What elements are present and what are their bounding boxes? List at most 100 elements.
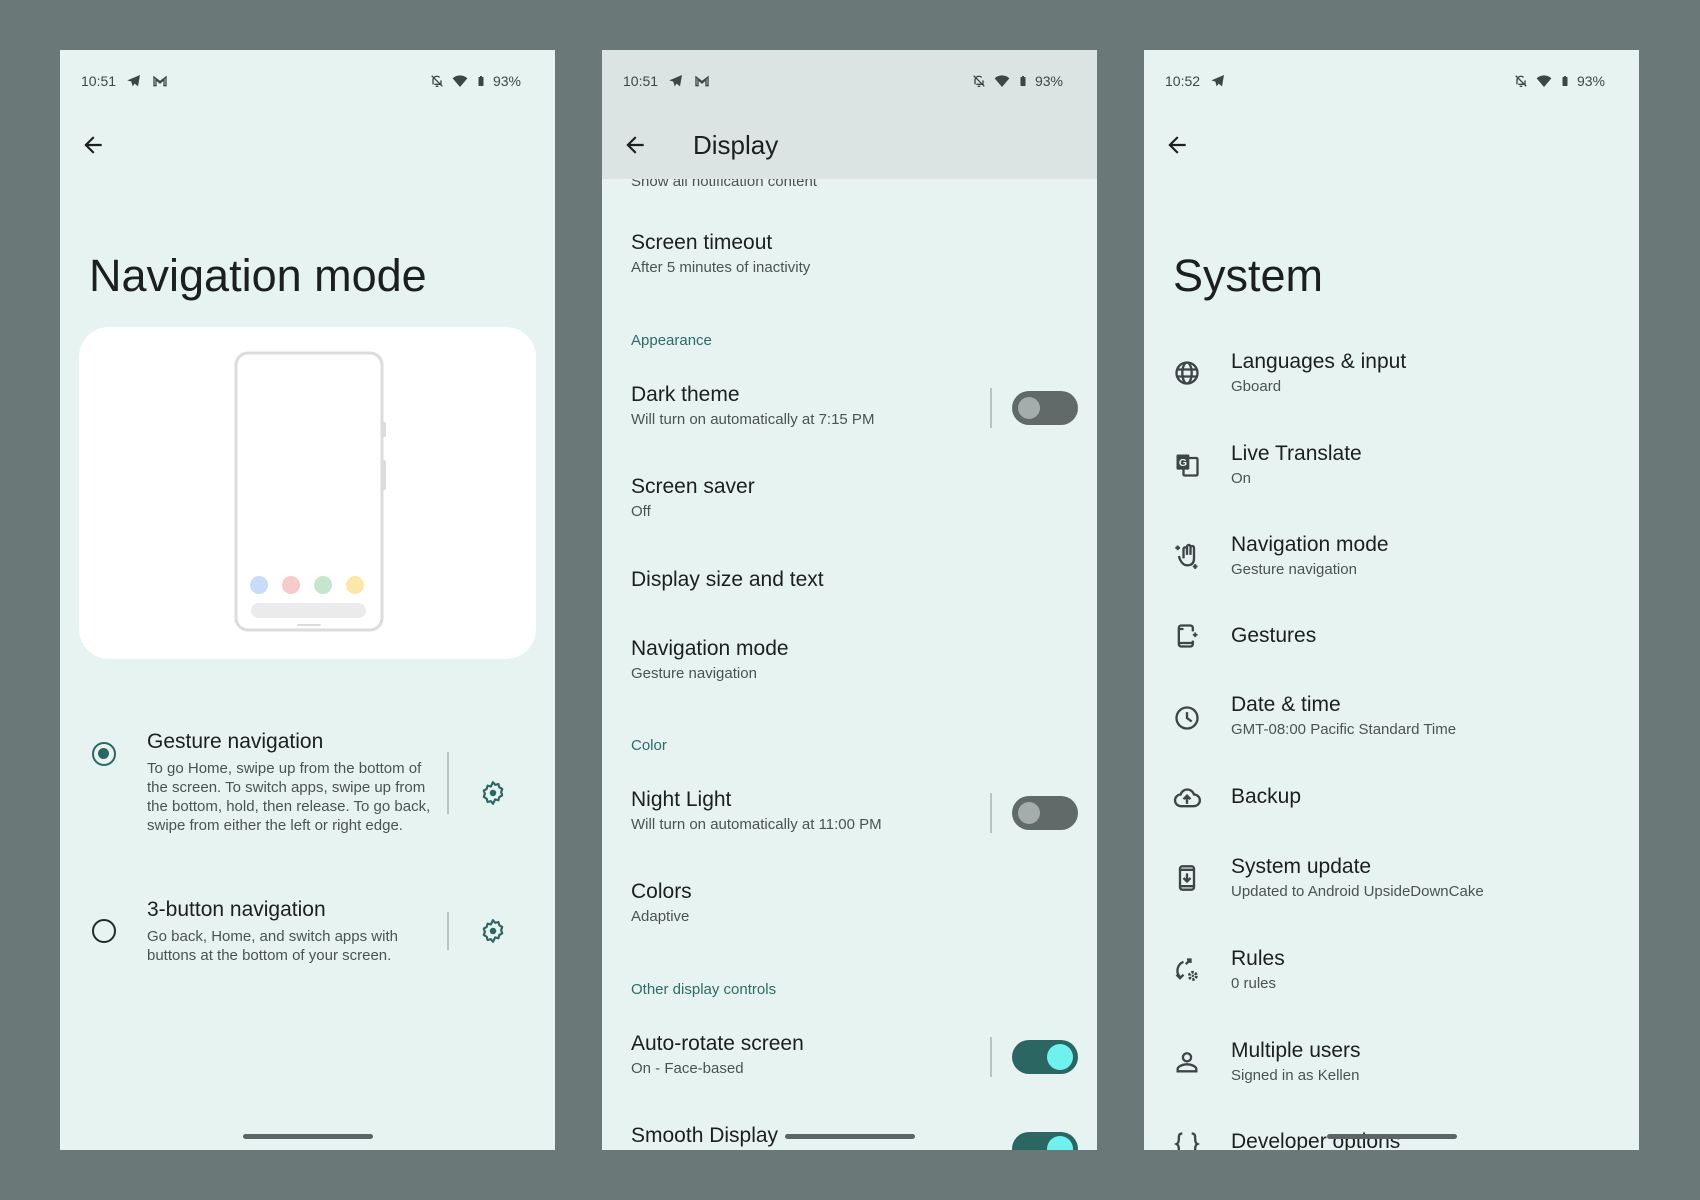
app-dot [282, 576, 300, 594]
setting-screen-saver[interactable]: Screen saver Off [631, 474, 755, 522]
three-button-navigation-option[interactable]: 3-button navigation Go back, Home, and s… [147, 896, 432, 965]
setting-dark-theme[interactable]: Dark theme Will turn on automatically at… [631, 382, 874, 430]
page-title: Navigation mode [89, 250, 427, 301]
divider [447, 752, 449, 814]
setting-title: Colors [631, 880, 692, 903]
three-button-navigation-radio[interactable] [92, 919, 116, 943]
setting-screen-timeout[interactable]: Screen timeout After 5 minutes of inacti… [631, 230, 810, 278]
divider [990, 1037, 992, 1077]
setting-subtitle: Will turn on automatically at 11:00 PM [631, 816, 882, 833]
setting-subtitle: Adaptive [631, 908, 690, 925]
setting-display-size-and-text[interactable]: Display size and text [631, 567, 824, 593]
setting-title: Auto-rotate screen [631, 1032, 804, 1055]
phone-illustration [234, 351, 386, 632]
auto-rotate-toggle[interactable] [1012, 1040, 1078, 1074]
setting-title: Multiple users [1231, 1039, 1361, 1062]
cloud-upload-icon [1173, 784, 1201, 812]
rules-icon [1173, 956, 1201, 984]
status-time: 10:52 [1165, 73, 1201, 89]
wifi-icon [451, 73, 469, 89]
person-icon [1173, 1048, 1201, 1076]
setting-colors[interactable]: Colors Adaptive [631, 879, 692, 927]
setting-smooth-display[interactable]: Smooth Display [631, 1123, 778, 1149]
globe-icon [1173, 359, 1201, 387]
setting-title: Night Light [631, 788, 732, 811]
setting-night-light[interactable]: Night Light Will turn on automatically a… [631, 787, 882, 835]
setting-subtitle: Gesture navigation [631, 665, 757, 682]
setting-subtitle: On [1231, 470, 1252, 487]
gesture-navigation-option[interactable]: Gesture navigation To go Home, swipe up … [147, 728, 432, 835]
back-arrow-icon[interactable] [80, 132, 106, 158]
bell-off-icon [429, 73, 445, 89]
clock-icon [1173, 704, 1201, 732]
setting-title: Rules [1231, 947, 1285, 970]
divider [990, 793, 992, 833]
option-label: 3-button navigation [147, 898, 326, 921]
battery-icon [1559, 73, 1571, 89]
telegram-icon [668, 73, 684, 89]
status-bar: 10:51 93% [60, 70, 555, 92]
setting-subtitle: Gesture navigation [1231, 561, 1357, 578]
gesture-home-bar[interactable] [784, 1134, 915, 1139]
setting-auto-rotate-screen[interactable]: Auto-rotate screen On - Face-based [631, 1031, 804, 1079]
translate-icon [1173, 451, 1201, 479]
gesture-hand-icon [1173, 542, 1201, 570]
gesture-home-bar[interactable] [242, 1134, 373, 1139]
setting-subtitle: Updated to Android UpsideDownCake [1231, 883, 1484, 900]
setting-subtitle: 0 rules [1231, 975, 1277, 992]
navigation-mode-screen: 10:51 93% Navigation mode Gesture naviga… [60, 50, 555, 1150]
app-dot [314, 576, 332, 594]
setting-title: Smooth Display [631, 1124, 779, 1147]
status-time: 10:51 [81, 73, 117, 89]
setting-title: System update [1231, 855, 1372, 878]
smooth-display-toggle[interactable] [1012, 1132, 1078, 1150]
three-button-settings-gear-icon[interactable] [480, 918, 506, 944]
night-light-toggle[interactable] [1012, 796, 1078, 830]
setting-title: Navigation mode [1231, 533, 1389, 556]
setting-title: Navigation mode [631, 637, 789, 660]
back-arrow-icon[interactable] [622, 132, 648, 158]
nav-handle-shape [297, 624, 321, 626]
app-dot [346, 576, 364, 594]
setting-title: Developer options [1231, 1130, 1401, 1150]
setting-subtitle: GMT-08:00 Pacific Standard Time [1231, 721, 1457, 738]
battery-icon [475, 73, 487, 89]
navigation-illustration-card [79, 327, 536, 659]
dark-theme-toggle[interactable] [1012, 391, 1078, 425]
section-header-appearance: Appearance [631, 332, 712, 349]
telegram-icon [1210, 73, 1226, 89]
telegram-icon [126, 73, 142, 89]
divider [990, 388, 992, 428]
page-title: System [1173, 250, 1324, 301]
setting-title: Live Translate [1231, 442, 1362, 465]
status-bar: 10:51 93% [602, 70, 1097, 92]
setting-subtitle: Off [631, 503, 651, 520]
option-description: To go Home, swipe up from the bottom of … [147, 760, 431, 834]
setting-subtitle: Will turn on automatically at 7:15 PM [631, 411, 875, 428]
bell-off-icon [1513, 73, 1529, 89]
battery-percent: 93% [1034, 73, 1063, 89]
setting-subtitle: Signed in as Kellen [1231, 1067, 1360, 1084]
setting-title: Date & time [1231, 693, 1341, 716]
search-bar-shape [251, 603, 366, 618]
gesture-home-bar[interactable] [1326, 1134, 1457, 1139]
setting-title: Dark theme [631, 383, 740, 406]
gesture-settings-gear-icon[interactable] [480, 780, 506, 806]
option-label: Gesture navigation [147, 730, 324, 753]
setting-title: Languages & input [1231, 350, 1407, 373]
section-header-color: Color [631, 737, 667, 754]
gmail-icon [152, 73, 168, 89]
system-settings-screen: 10:52 93% System Languages & input Gboar… [1144, 50, 1639, 1150]
wifi-icon [1535, 73, 1553, 89]
status-time: 10:51 [623, 73, 659, 89]
option-description: Go back, Home, and switch apps with butt… [147, 928, 398, 964]
gmail-icon [694, 73, 710, 89]
setting-navigation-mode[interactable]: Navigation mode Gesture navigation [631, 636, 789, 684]
back-arrow-icon[interactable] [1164, 132, 1190, 158]
setting-title: Display size and text [631, 568, 824, 591]
display-settings-screen: 10:51 93% Display Show all notification … [602, 50, 1097, 1150]
gesture-navigation-radio[interactable] [92, 742, 116, 766]
system-update-icon [1173, 864, 1201, 892]
battery-percent: 93% [1576, 73, 1605, 89]
battery-icon [1017, 73, 1029, 89]
